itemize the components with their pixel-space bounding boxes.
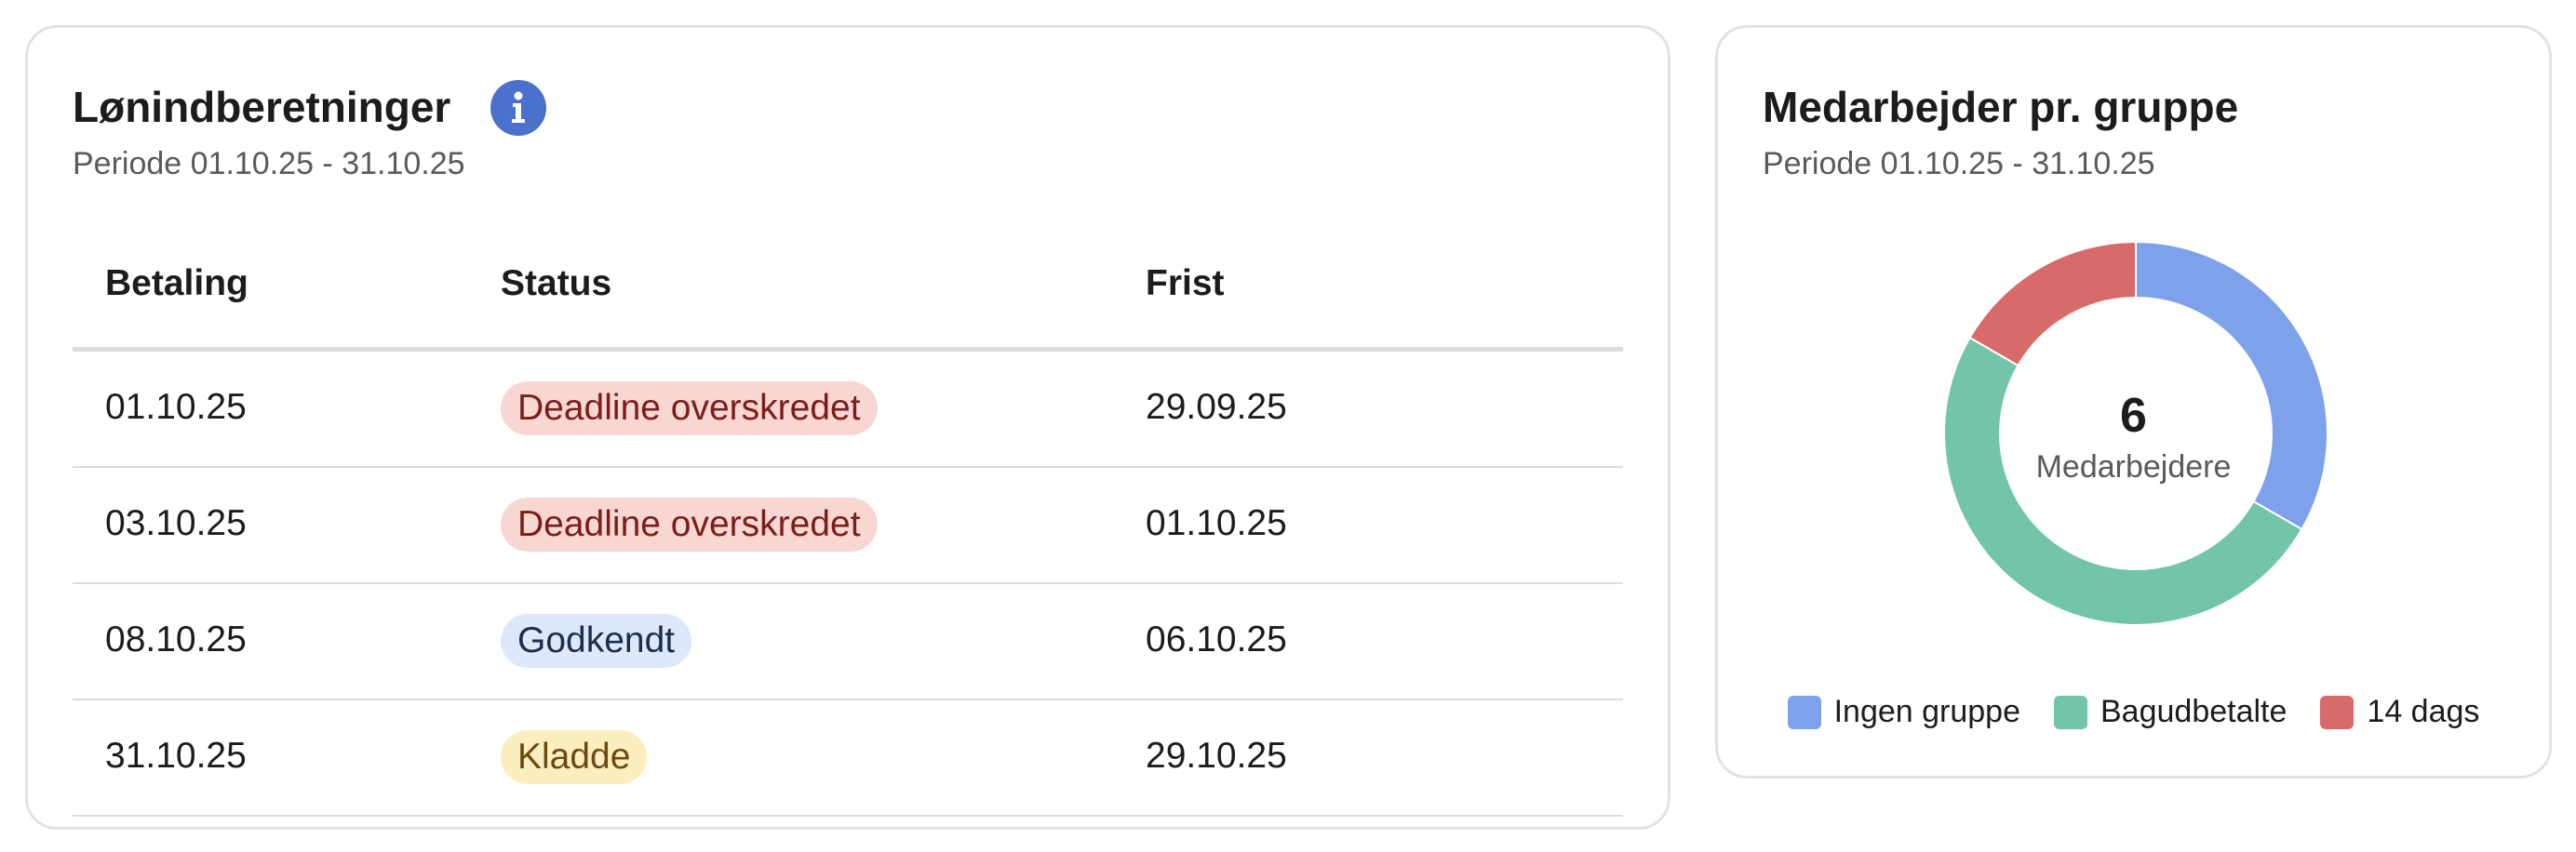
chart-legend: Ingen gruppe Bagudbetalte 14 dags xyxy=(1718,694,2549,730)
donut-slice-14-dags[interactable] xyxy=(1968,240,2137,367)
column-header-deadline[interactable]: Frist xyxy=(1146,263,1225,304)
column-header-status[interactable]: Status xyxy=(501,263,611,304)
legend-label: Bagudbetalte xyxy=(2100,694,2288,729)
legend-label: 14 dags xyxy=(2367,694,2480,729)
status-badge: Deadline overskredet xyxy=(501,498,878,552)
deadline-date: 01.10.25 xyxy=(1146,503,1287,543)
legend-item[interactable]: Ingen gruppe xyxy=(1787,694,2020,730)
table-row[interactable]: 08.10.25 Godkendt 06.10.25 xyxy=(73,584,1623,700)
status-badge: Kladde xyxy=(501,730,648,784)
info-icon[interactable] xyxy=(490,80,546,136)
deadline-date: 06.10.25 xyxy=(1146,619,1287,659)
legend-swatch xyxy=(1787,695,1821,729)
status-badge: Deadline overskredet xyxy=(501,381,878,435)
donut-chart xyxy=(1943,240,2328,626)
donut-total: 6 xyxy=(2120,389,2147,443)
donut-total-label: Medarbejdere xyxy=(2035,449,2232,485)
donut-slice-ingen-gruppe[interactable] xyxy=(2135,240,2328,531)
table-row[interactable]: 31.10.25 Kladde 29.10.25 xyxy=(73,700,1623,817)
deadline-date: 29.09.25 xyxy=(1146,387,1287,427)
payment-date: 03.10.25 xyxy=(105,503,247,543)
column-header-payment[interactable]: Betaling xyxy=(105,263,248,304)
payment-date: 31.10.25 xyxy=(105,736,247,776)
table-header: Betaling Status Frist xyxy=(73,228,1623,352)
payment-date: 08.10.25 xyxy=(105,619,247,659)
legend-swatch xyxy=(2320,695,2355,729)
payroll-reports-card: Lønindberetninger Periode 01.10.25 - 31.… xyxy=(25,25,1670,830)
employees-per-group-card: Medarbejder pr. gruppe Periode 01.10.25 … xyxy=(1715,25,2552,779)
legend-label: Ingen gruppe xyxy=(1833,694,2020,729)
payroll-table: Betaling Status Frist 01.10.25 Deadline … xyxy=(73,228,1623,817)
legend-swatch xyxy=(2054,695,2087,729)
payment-date: 01.10.25 xyxy=(105,387,247,427)
table-row[interactable]: 01.10.25 Deadline overskredet 29.09.25 xyxy=(73,352,1623,468)
legend-item[interactable]: Bagudbetalte xyxy=(2054,694,2287,730)
deadline-date: 29.10.25 xyxy=(1146,736,1287,776)
table-row[interactable]: 03.10.25 Deadline overskredet 01.10.25 xyxy=(73,468,1623,584)
payroll-period: Periode 01.10.25 - 31.10.25 xyxy=(73,146,465,181)
status-badge: Godkendt xyxy=(501,614,692,668)
legend-item[interactable]: 14 dags xyxy=(2320,694,2479,730)
payroll-title: Lønindberetninger xyxy=(73,83,451,131)
